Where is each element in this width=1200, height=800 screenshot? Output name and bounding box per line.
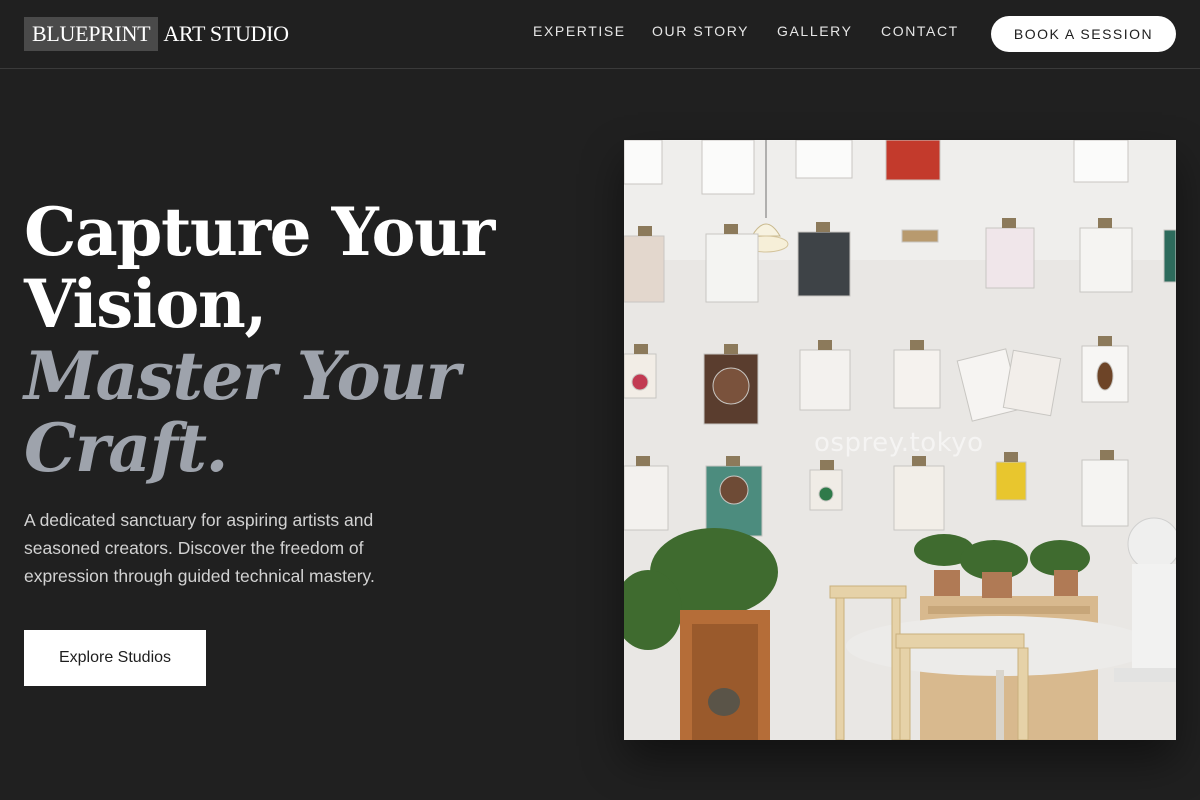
site-header: BLUEPRINT ART STUDIO EXPERTISE OUR STORY… xyxy=(0,0,1200,69)
nav-expertise[interactable]: EXPERTISE xyxy=(533,23,626,39)
nav-gallery[interactable]: GALLERY xyxy=(777,23,853,39)
logo-text: ART STUDIO xyxy=(163,21,289,46)
hero-photo: osprey.tokyo xyxy=(624,140,1176,740)
logo-boxed-text: BLUEPRINT xyxy=(24,17,159,51)
hero-description: A dedicated sanctuary for aspiring artis… xyxy=(24,510,375,586)
hero-headline: Capture Your Vision, xyxy=(24,196,584,340)
image-watermark: osprey.tokyo xyxy=(814,428,984,458)
nav-contact[interactable]: CONTACT xyxy=(881,23,959,39)
accent-line-1: Master Your xyxy=(24,337,460,415)
headline-line-2: Vision, xyxy=(24,265,267,343)
book-session-button[interactable]: BOOK A SESSION xyxy=(991,16,1176,52)
hero-accent-headline: Master Your Craft. xyxy=(24,340,584,484)
explore-studios-button[interactable]: Explore Studios xyxy=(24,630,206,686)
accent-line-2: Craft. xyxy=(24,409,228,487)
nav-our-story[interactable]: OUR STORY xyxy=(652,23,749,39)
logo[interactable]: BLUEPRINT ART STUDIO xyxy=(24,17,289,51)
headline-line-1: Capture Your xyxy=(24,193,495,271)
